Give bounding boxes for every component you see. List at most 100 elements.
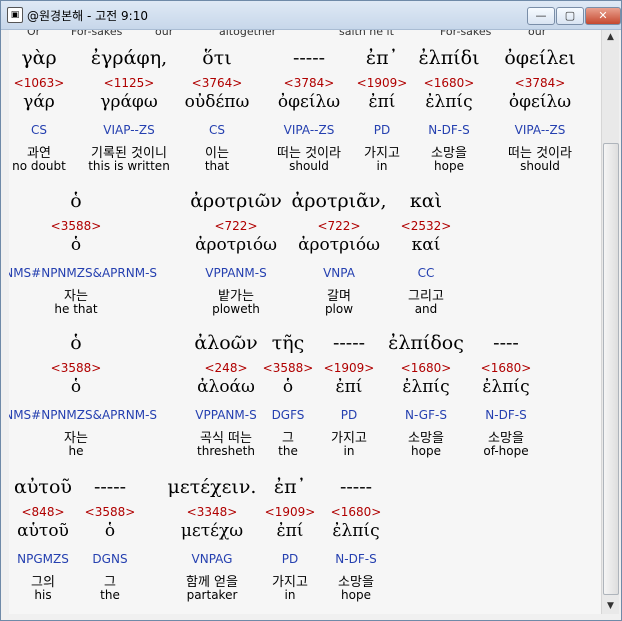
- greek-word: αὐτοῦ: [14, 476, 72, 498]
- english-gloss: he: [68, 444, 84, 458]
- scrollbar-thumb[interactable]: [603, 143, 619, 595]
- word-column[interactable]: ἐπ᾽ <1909> ἐπί PD 가지고 in: [265, 476, 316, 603]
- morph-tag: N-DF-S: [485, 408, 527, 422]
- korean-gloss: 가지고: [364, 146, 400, 161]
- word-column[interactable]: ---- <1680> ἐλπίς N-DF-S 소망을 of-hope: [481, 332, 532, 459]
- lemma: ἀροτριόω: [195, 235, 277, 255]
- english-gloss: the: [100, 588, 120, 602]
- english-gloss: hope: [341, 588, 371, 602]
- word-column[interactable]: ἐπ᾽ <1909> ἐπί PD 가지고 in: [357, 47, 408, 174]
- word-column[interactable]: αὐτοῦ <848> αὑτοῦ NPGMZS 그의 his: [14, 476, 72, 603]
- word-column[interactable]: γὰρ <1063> γάρ CS 과연 no doubt: [12, 47, 66, 174]
- korean-gloss: 곡식 떠는: [200, 431, 252, 446]
- english-gloss: plow: [324, 302, 354, 316]
- morph-tag: PD: [340, 408, 358, 422]
- korean-gloss: 기록된 것이니: [91, 146, 167, 161]
- scroll-down-arrow-icon[interactable]: ▼: [603, 599, 618, 614]
- korean-gloss: 갈며: [327, 289, 351, 304]
- word-column[interactable]: ----- <3588> ὁ DGNS 그 the: [85, 476, 136, 603]
- morph-tag: N-GF-S: [405, 408, 447, 422]
- word-column[interactable]: ἀροτριῶν <722> ἀροτριόω VPPANM-S 밭가는 ploweth: [190, 190, 282, 317]
- vertical-scrollbar[interactable]: ▲ ▼: [601, 30, 619, 614]
- close-button[interactable]: ✕: [585, 7, 621, 25]
- lemma: οὐδέπω: [184, 92, 250, 112]
- greek-word: -----: [332, 332, 366, 354]
- greek-word: μετέχειν.: [167, 476, 257, 498]
- greek-word: ἐλπίδι: [418, 47, 480, 69]
- korean-gloss: 소망을: [408, 431, 444, 446]
- lemma: ὀφείλω: [277, 92, 341, 112]
- lemma: ἐπί: [276, 521, 304, 541]
- top-cut-word: our: [528, 30, 547, 38]
- word-column[interactable]: τῆς <3588> ὁ DGFS 그 the: [263, 332, 314, 459]
- strong-number: <3588>: [262, 361, 314, 375]
- english-gloss: hope: [411, 444, 441, 458]
- maximize-button[interactable]: ▢: [556, 7, 584, 25]
- english-gloss: no doubt: [12, 159, 66, 173]
- minimize-button[interactable]: —: [527, 7, 555, 25]
- app-window: ▣ @원경본해 - 고전 9:10 — ▢ ✕ Or For-sakes our…: [0, 0, 622, 621]
- korean-gloss: 그: [104, 575, 116, 590]
- korean-gloss: 소망을: [338, 575, 374, 590]
- lemma: ἐπί: [368, 92, 396, 112]
- title-bar[interactable]: ▣ @원경본해 - 고전 9:10 — ▢ ✕: [1, 1, 621, 30]
- word-column[interactable]: καὶ <2532> καί CC 그리고 and: [401, 190, 452, 317]
- word-column[interactable]: ἐλπίδι <1680> ἐλπίς N-DF-S 소망을 hope: [418, 47, 479, 174]
- top-cut-word: For-sakes: [71, 30, 123, 38]
- strong-number: <3588>: [84, 505, 136, 519]
- word-column[interactable]: ἀλοῶν <248> ἀλοάω VPPANM-S 곡식 떠는 thresheth: [194, 332, 257, 459]
- strong-number: <722>: [214, 219, 258, 233]
- lemma: ὁ: [282, 377, 294, 397]
- app-icon: ▣: [7, 7, 23, 23]
- korean-gloss: 소망을: [431, 146, 467, 161]
- lemma: ἐλπίς: [482, 377, 530, 397]
- top-cut-word: Or: [27, 30, 41, 38]
- korean-gloss: 그리고: [408, 289, 444, 304]
- word-column[interactable]: ἀροτριᾶν, <722> ἀροτριόω VNPA 갈며 plow: [292, 190, 387, 317]
- strong-number: <1909>: [323, 361, 375, 375]
- english-gloss: partaker: [186, 588, 238, 602]
- english-gloss: hope: [434, 159, 464, 173]
- word-column[interactable]: μετέχειν. <3348> μετέχω VNPAG 함께 얻을 partaker: [168, 476, 257, 603]
- morph-tag: DNMS#NPNMZS&APRNM-S: [9, 266, 158, 280]
- morph-tag: VIPA--ZS: [283, 123, 335, 137]
- strong-number: <3348>: [186, 505, 238, 519]
- interlinear-content: Or For-sakes our altogether saith he it …: [9, 30, 601, 614]
- top-cut-word: our: [155, 30, 174, 38]
- english-gloss: the: [278, 444, 298, 458]
- greek-word: ἐπ᾽: [365, 47, 399, 69]
- lemma: γάρ: [23, 92, 55, 112]
- word-column[interactable]: ὀφείλει <3784> ὀφείλω VIPA--ZS 떠는 것이라 should: [504, 47, 575, 174]
- strong-number: <1909>: [356, 76, 408, 90]
- word-column[interactable]: ἐλπίδος <1680> ἐλπίς N-GF-S 소망을 hope: [388, 332, 464, 459]
- greek-word: -----: [339, 476, 373, 498]
- greek-word: γὰρ: [21, 47, 57, 69]
- word-column[interactable]: ὅτι <3764> οὐδέπω CS 이는 that: [185, 47, 250, 174]
- word-column[interactable]: ἐγράφη, <1125> γράφω VIAP--ZS 기록된 것이니 this is…: [88, 47, 170, 174]
- english-gloss: should: [520, 159, 560, 173]
- scroll-up-arrow-icon[interactable]: ▲: [603, 30, 618, 45]
- word-column[interactable]: ----- <3784> ὀφείλω VIPA--ZS 떠는 것이라 should: [277, 47, 341, 174]
- morph-tag: VPPANM-S: [205, 266, 267, 280]
- lemma: ὀφείλω: [508, 92, 572, 112]
- lemma: ἀλοάω: [197, 377, 255, 397]
- strong-number: <722>: [317, 219, 361, 233]
- morph-tag: VIAP--ZS: [103, 123, 155, 137]
- word-column[interactable]: ὁ <3588> ὁ DNMS#NPNMZS&APRNM-S 자는 he that: [9, 190, 157, 317]
- lemma: αὑτοῦ: [17, 521, 69, 541]
- korean-gloss: 그의: [31, 575, 55, 590]
- word-column[interactable]: ὁ <3588> ὁ DNMS#NPNMZS&APRNM-S 자는 he: [9, 332, 157, 459]
- strong-number: <3784>: [283, 76, 335, 90]
- korean-gloss: 이는: [205, 146, 229, 161]
- strong-number: <1063>: [13, 76, 65, 90]
- strong-number: <1909>: [264, 505, 316, 519]
- word-column[interactable]: ----- <1909> ἐπί PD 가지고 in: [324, 332, 375, 459]
- morph-tag: VPPANM-S: [195, 408, 257, 422]
- word-column[interactable]: ----- <1680> ἐλπίς N-DF-S 소망을 hope: [331, 476, 382, 603]
- korean-gloss: 떠는 것이라: [277, 146, 341, 161]
- greek-word: καὶ: [409, 190, 443, 212]
- strong-number: <1125>: [103, 76, 155, 90]
- lemma: ἐπί: [335, 377, 363, 397]
- english-gloss: he that: [54, 302, 98, 316]
- top-cut-word: altogether: [219, 30, 277, 38]
